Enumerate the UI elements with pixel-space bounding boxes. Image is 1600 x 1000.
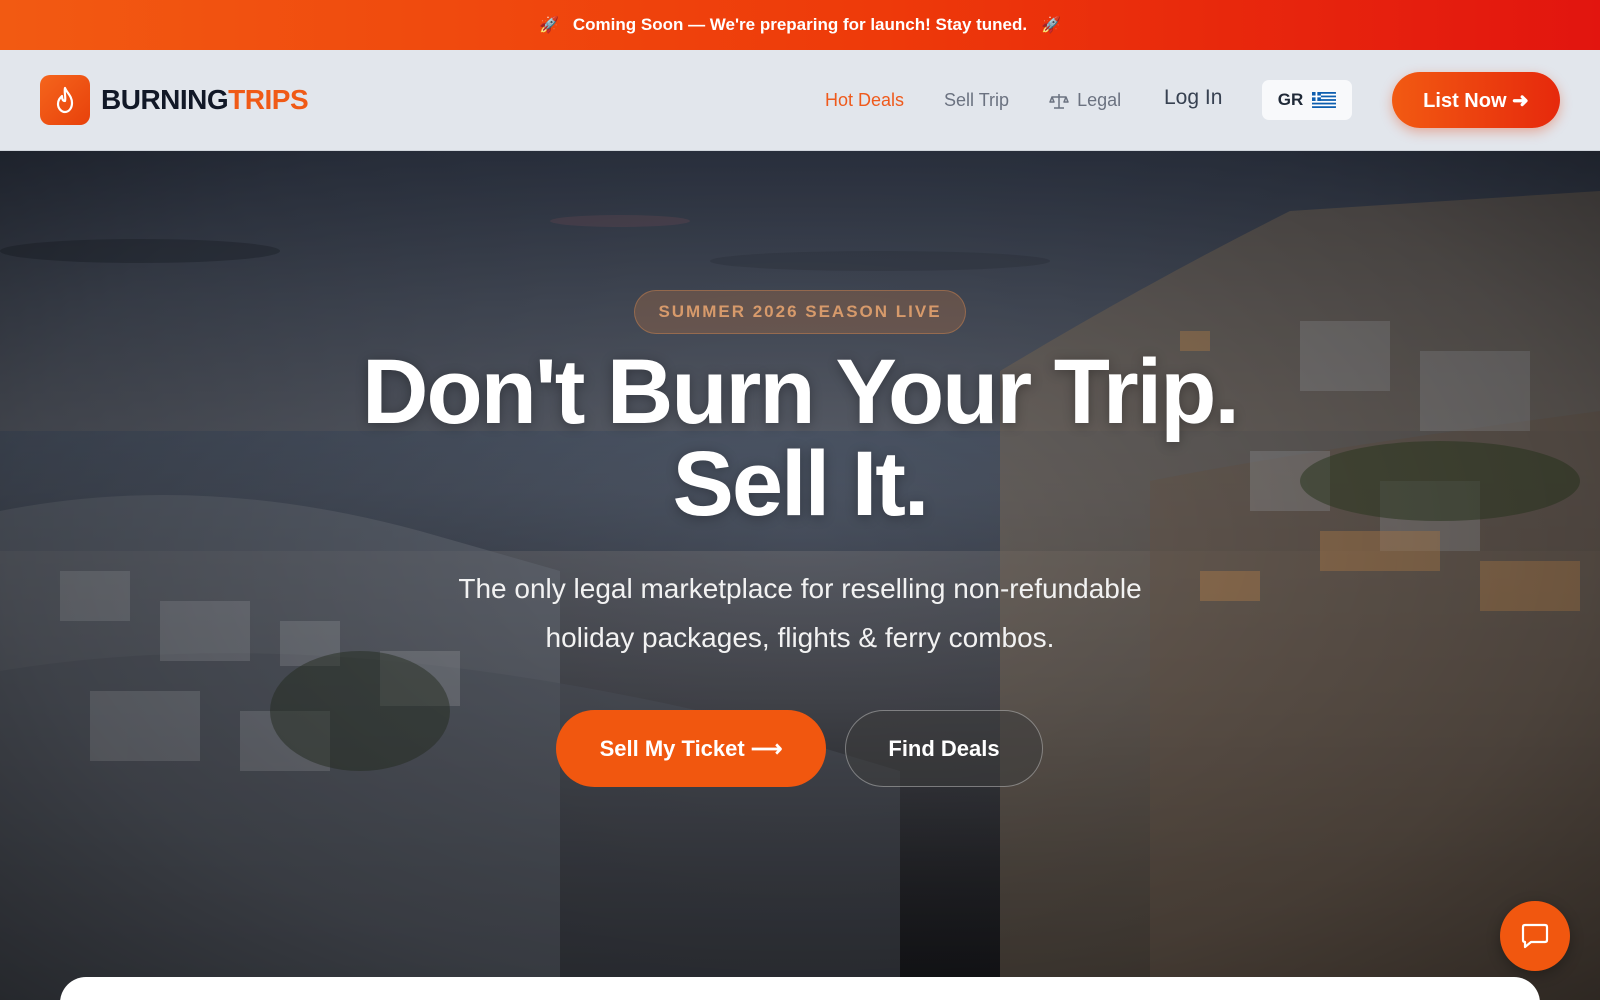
find-deals-button[interactable]: Find Deals (845, 710, 1043, 787)
navbar: BURNINGTRIPS Hot Deals Sell Trip Legal L… (0, 50, 1600, 151)
announcement-text: Coming Soon — We're preparing for launch… (572, 15, 1028, 34)
hero-title-line2: Sell It. (672, 433, 930, 535)
rocket-icon: 🚀 (1041, 17, 1062, 34)
hero-title: Don't Burn Your Trip. Sell It. (0, 346, 1600, 530)
hero-subtitle-line1: The only legal marketplace for reselling… (458, 573, 1142, 604)
hero-title-line1: Don't Burn Your Trip. (362, 341, 1240, 443)
nav-legal-label: Legal (1077, 90, 1122, 110)
greece-flag-icon (1312, 92, 1337, 108)
chat-bubble-icon (1521, 923, 1549, 949)
language-code: GR (1277, 90, 1304, 109)
list-now-button[interactable]: List Now ➜ (1392, 72, 1560, 128)
season-pill: SUMMER 2026 SEASON LIVE (634, 290, 966, 334)
rocket-icon: 🚀 (538, 17, 559, 34)
nav-legal[interactable]: Legal (1049, 90, 1121, 111)
flame-icon (56, 86, 74, 114)
logo-badge[interactable] (40, 75, 90, 125)
hero-subtitle: The only legal marketplace for reselling… (0, 564, 1600, 662)
brand-name-part2: TRIPS (228, 84, 309, 115)
hero-section: SUMMER 2026 SEASON LIVE Don't Burn Your … (0, 151, 1600, 1000)
nav-hot-deals[interactable]: Hot Deals (825, 90, 904, 111)
chat-button[interactable] (1500, 901, 1570, 971)
announcement-banner: 🚀 Coming Soon — We're preparing for laun… (0, 0, 1600, 50)
nav-links: Hot Deals Sell Trip Legal (825, 50, 1161, 151)
login-link[interactable]: Log In (1164, 86, 1222, 110)
content-card-top (60, 977, 1540, 1000)
scale-icon (1049, 93, 1069, 109)
brand-wordmark[interactable]: BURNINGTRIPS (101, 84, 309, 116)
nav-sell-trip[interactable]: Sell Trip (944, 90, 1009, 111)
brand-name-part1: BURNING (101, 84, 229, 115)
hero-subtitle-line2: holiday packages, flights & ferry combos… (545, 622, 1055, 653)
sell-my-ticket-button[interactable]: Sell My Ticket ⟶ (556, 710, 826, 787)
language-selector[interactable]: GR (1262, 80, 1352, 120)
